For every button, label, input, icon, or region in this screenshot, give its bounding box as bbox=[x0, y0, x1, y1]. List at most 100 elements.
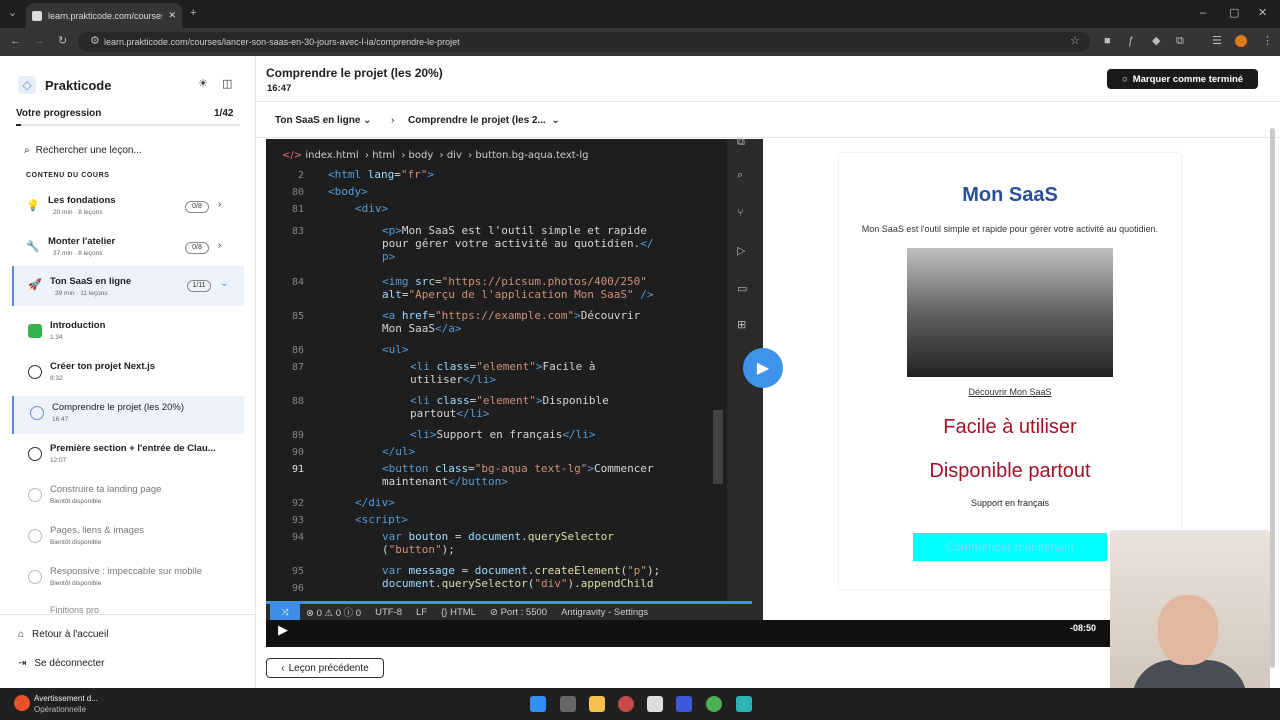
new-tab-icon[interactable]: + bbox=[190, 8, 196, 19]
module-item[interactable]: 🔧 Monter l'atelier 37 min · 8 leçons 0/8… bbox=[12, 230, 244, 268]
module-dropdown[interactable]: Ton SaaS en ligne ⌄ bbox=[275, 115, 372, 126]
line-number: 95 bbox=[291, 566, 304, 577]
editor-status-bar: ⊗ 0 ⚠ 0 ⓘ 0 UTF-8 LF {} HTML ⊘ Port : 55… bbox=[266, 604, 763, 620]
previous-lesson-button[interactable]: ‹ Leçon précédente bbox=[266, 658, 384, 678]
lesson-item-current[interactable]: Comprendre le projet (les 20%) 16:47 bbox=[12, 396, 244, 434]
extension-icon[interactable]: ◆ bbox=[1152, 36, 1160, 47]
code-line: </div> bbox=[355, 496, 395, 509]
eol-status[interactable]: LF bbox=[416, 607, 427, 618]
lesson-item[interactable]: Introduction 1:34 bbox=[12, 314, 244, 352]
chrome-icon[interactable] bbox=[706, 696, 722, 712]
menu-kebab-icon[interactable]: ⋮ bbox=[1262, 36, 1273, 47]
line-number: 93 bbox=[291, 515, 304, 526]
lesson-duration: 8:32 bbox=[50, 375, 63, 382]
lock-circle-icon bbox=[28, 529, 42, 543]
line-number: 2 bbox=[297, 170, 304, 181]
forward-icon[interactable]: → bbox=[34, 36, 45, 47]
maximize-icon[interactable]: ▢ bbox=[1229, 8, 1239, 19]
os-taskbar bbox=[0, 688, 1280, 720]
file-explorer-icon[interactable] bbox=[589, 696, 605, 712]
line-number: 80 bbox=[291, 187, 304, 198]
video-controls bbox=[266, 620, 1110, 647]
time-remaining: -08:50 bbox=[1070, 623, 1097, 633]
remote-icon[interactable]: ▭ bbox=[737, 284, 747, 295]
rocket-icon: 🚀 bbox=[28, 279, 42, 291]
chevron-down-icon: ⌄ bbox=[220, 278, 229, 289]
extension-icon[interactable]: ƒ bbox=[1128, 36, 1134, 47]
windows-start-icon[interactable] bbox=[530, 696, 546, 712]
files-icon[interactable]: ⧉ bbox=[737, 137, 745, 148]
theme-toggle-icon[interactable]: ☀ bbox=[198, 79, 208, 90]
search-icon[interactable]: ⌕ bbox=[737, 170, 743, 181]
warning-app-icon[interactable] bbox=[14, 695, 30, 711]
task-view-icon[interactable] bbox=[560, 696, 576, 712]
notepad-icon[interactable] bbox=[736, 696, 752, 712]
logout-link[interactable]: ⇥ Se déconnecter bbox=[18, 658, 104, 669]
progress-label: Votre progression bbox=[16, 108, 102, 119]
bookmark-star-icon[interactable]: ☆ bbox=[1070, 36, 1080, 47]
lesson-item-locked: Responsive : impeccable sur mobile Bient… bbox=[12, 560, 244, 598]
extensions-icon[interactable]: ⊞ bbox=[737, 320, 746, 331]
line-number: 84 bbox=[291, 277, 304, 288]
wrench-icon: 🔧 bbox=[26, 241, 40, 253]
back-icon[interactable]: ← bbox=[10, 36, 21, 47]
lesson-title: Première section + l'entrée de Clau... bbox=[50, 443, 216, 454]
encoding-status[interactable]: UTF-8 bbox=[375, 607, 402, 618]
module-item[interactable]: 💡 Les fondations 20 min · 8 leçons 0/8 › bbox=[12, 189, 244, 227]
module-title: Monter l'atelier bbox=[48, 236, 116, 247]
lesson-dropdown[interactable]: Comprendre le projet (les 2... ⌄ bbox=[408, 115, 560, 126]
sidebar-collapse-icon[interactable]: ◫ bbox=[222, 79, 232, 90]
breadcrumb-separator-icon: › bbox=[391, 115, 395, 126]
module-meta: 39 min · 11 leçons bbox=[55, 290, 108, 297]
app-status[interactable]: Antigravity - Settings bbox=[561, 607, 648, 618]
lock-circle-icon bbox=[28, 488, 42, 502]
play-icon[interactable]: ▶ bbox=[278, 622, 288, 638]
language-status[interactable]: {} HTML bbox=[441, 607, 476, 618]
tab-list-icon[interactable]: ⌄ bbox=[8, 8, 17, 19]
mark-complete-button[interactable]: ○ Marquer comme terminé bbox=[1107, 69, 1258, 89]
source-control-icon[interactable]: ⑂ bbox=[737, 208, 744, 219]
run-debug-icon[interactable]: ▷ bbox=[737, 246, 745, 257]
port-status[interactable]: ⊘ Port : 5500 bbox=[490, 607, 547, 618]
browser-tab[interactable]: learn.prakticode.com/courses/la ✕ bbox=[26, 3, 182, 28]
site-info-icon[interactable]: ⚙ bbox=[90, 36, 100, 47]
profile-avatar[interactable] bbox=[1235, 35, 1247, 47]
lesson-item[interactable]: Première section + l'entrée de Clau... 1… bbox=[12, 437, 244, 475]
antigravity-icon[interactable] bbox=[676, 696, 692, 712]
video-progress-bar[interactable] bbox=[266, 601, 752, 604]
lock-circle-icon bbox=[28, 570, 42, 584]
remote-indicator-icon[interactable]: ⤨ bbox=[270, 604, 300, 620]
extension-icon[interactable]: ■ bbox=[1104, 36, 1111, 47]
puzzle-icon[interactable]: ⧉ bbox=[1176, 36, 1184, 47]
lesson-title-clipped: Finitions pro bbox=[50, 606, 100, 614]
close-window-icon[interactable]: ✕ bbox=[1258, 8, 1267, 19]
favicon-icon bbox=[32, 10, 42, 21]
tab-title: learn.prakticode.com/courses/la bbox=[48, 10, 163, 21]
page-scrollbar[interactable] bbox=[1270, 128, 1275, 668]
minimize-icon[interactable]: – bbox=[1200, 8, 1206, 19]
home-link[interactable]: ⌂ Retour à l'accueil bbox=[18, 629, 108, 640]
app-icon[interactable] bbox=[647, 696, 663, 712]
close-tab-icon[interactable]: ✕ bbox=[168, 10, 176, 21]
problems-status[interactable]: ⊗ 0 ⚠ 0 ⓘ 0 bbox=[306, 605, 361, 619]
progress-value: 1/42 bbox=[214, 108, 234, 119]
line-number: 88 bbox=[291, 396, 304, 407]
editor-breadcrumb: </> index.html › html › body › div › but… bbox=[282, 150, 589, 161]
lesson-search-input[interactable]: ⌕ Rechercher une leçon... bbox=[16, 140, 240, 160]
code-line: <li>Support en français</li> bbox=[410, 428, 596, 441]
address-bar[interactable]: learn.prakticode.com/courses/lancer-son-… bbox=[78, 32, 1090, 52]
reload-icon[interactable]: ↻ bbox=[58, 36, 67, 47]
preview-list-item: Facile à utiliser bbox=[943, 416, 1077, 438]
lesson-title: Créer ton projet Next.js bbox=[50, 361, 156, 372]
module-item-active[interactable]: 🚀 Ton SaaS en ligne 39 min · 11 leçons 1… bbox=[12, 266, 244, 306]
app-icon[interactable] bbox=[618, 696, 634, 712]
editor-scrollbar[interactable] bbox=[713, 410, 723, 484]
reading-list-icon[interactable]: ☰ bbox=[1212, 36, 1222, 47]
code-line: <img src="https://picsum.photos/400/250"… bbox=[382, 275, 654, 301]
module-meta: 37 min · 8 leçons bbox=[53, 250, 103, 257]
lesson-item[interactable]: Créer ton projet Next.js 8:32 bbox=[12, 355, 244, 393]
lesson-title: Comprendre le projet (les 20%) bbox=[52, 402, 185, 413]
logout-icon: ⇥ bbox=[18, 658, 27, 669]
play-button[interactable]: ▶ bbox=[743, 348, 783, 388]
lesson-duration: 12:07 bbox=[50, 457, 67, 464]
